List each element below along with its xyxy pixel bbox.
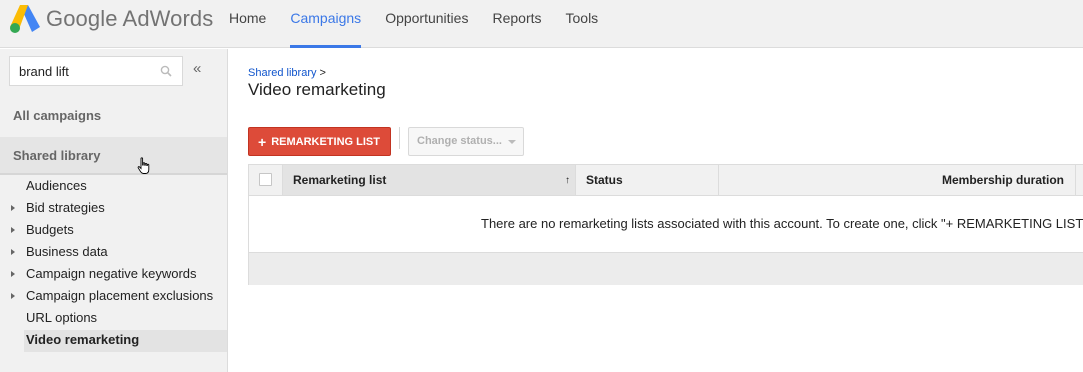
nav-opportunities[interactable]: Opportunities — [385, 0, 468, 48]
search-icon[interactable] — [160, 65, 172, 77]
toolbar-divider — [399, 127, 400, 149]
expand-arrow-icon[interactable] — [11, 205, 15, 211]
sidebar-item-label: Bid strategies — [26, 200, 105, 215]
nav-campaigns[interactable]: Campaigns — [290, 0, 361, 48]
add-button-label: REMARKETING LIST — [271, 135, 380, 148]
sidebar-item-label: Video remarketing — [26, 332, 140, 347]
sidebar-item-label: URL options — [26, 310, 98, 325]
main-content: Shared library > Video remarketing + REM… — [229, 49, 1083, 372]
sidebar-search — [9, 56, 183, 86]
remarketing-table: Remarketing list ↑ Status Membership dur… — [248, 164, 1083, 285]
sidebar-item-label: Audiences — [26, 178, 87, 193]
sidebar: « All campaigns Shared library Audiences… — [0, 49, 228, 372]
nav-home[interactable]: Home — [229, 0, 266, 48]
hand-cursor-icon — [137, 157, 150, 174]
sidebar-item-label: Budgets — [26, 222, 74, 237]
chevron-down-icon — [508, 140, 516, 144]
empty-table-message: There are no remarketing lists associate… — [481, 216, 1083, 231]
sidebar-item-business-data[interactable]: Business data — [0, 242, 227, 264]
add-remarketing-list-button[interactable]: + REMARKETING LIST — [248, 127, 391, 156]
sidebar-item-label: Campaign placement exclusions — [26, 288, 214, 303]
main-nav: Home Campaigns Opportunities Reports Too… — [229, 0, 622, 48]
expand-arrow-icon[interactable] — [11, 227, 15, 233]
select-all-cell — [249, 165, 283, 195]
breadcrumb-shared-library-link[interactable]: Shared library — [248, 67, 316, 79]
shared-library-list: Audiences Bid strategies Budgets Busines… — [0, 176, 227, 352]
expand-arrow-icon[interactable] — [11, 293, 15, 299]
nav-tools[interactable]: Tools — [566, 0, 599, 48]
collapse-sidebar-button[interactable]: « — [193, 60, 201, 77]
page-title: Video remarketing — [248, 80, 386, 99]
logo-text: Google AdWords — [46, 6, 214, 31]
shared-library-header[interactable]: Shared library — [0, 137, 227, 175]
sidebar-item-audiences[interactable]: Audiences — [0, 176, 227, 198]
shared-library-label: Shared library — [13, 148, 101, 163]
select-all-checkbox[interactable] — [259, 173, 272, 186]
change-status-dropdown[interactable]: Change status... — [408, 127, 524, 156]
sidebar-item-video-remarketing[interactable]: Video remarketing — [24, 330, 227, 352]
sidebar-item-label: Business data — [26, 244, 108, 259]
change-status-label: Change status... — [417, 135, 502, 147]
column-label: Status — [586, 173, 623, 187]
nav-reports[interactable]: Reports — [492, 0, 541, 48]
sidebar-item-campaign-negative-keywords[interactable]: Campaign negative keywords — [0, 264, 227, 286]
expand-arrow-icon[interactable] — [11, 271, 15, 277]
column-label: Membership duration — [941, 173, 1064, 187]
sort-ascending-icon[interactable]: ↑ — [565, 175, 570, 186]
search-input[interactable] — [10, 57, 150, 85]
plus-icon: + — [258, 133, 267, 150]
breadcrumb: Shared library > — [248, 67, 326, 79]
table-footer — [249, 252, 1083, 285]
top-bar: Google AdWords Home Campaigns Opportunit… — [0, 0, 1083, 48]
table-header: Remarketing list ↑ Status Membership dur… — [249, 165, 1083, 196]
column-header-status[interactable]: Status — [576, 165, 719, 195]
sidebar-item-url-options[interactable]: URL options — [0, 308, 227, 330]
sidebar-item-bid-strategies[interactable]: Bid strategies — [0, 198, 227, 220]
column-header-remarketing-list[interactable]: Remarketing list ↑ — [283, 165, 576, 195]
all-campaigns-link[interactable]: All campaigns — [13, 108, 101, 123]
breadcrumb-separator: > — [319, 67, 326, 79]
expand-arrow-icon[interactable] — [11, 249, 15, 255]
column-label: Remarketing list — [293, 173, 387, 187]
adwords-logo-icon — [10, 5, 40, 33]
sidebar-item-campaign-placement-exclusions[interactable]: Campaign placement exclusions — [0, 286, 227, 308]
adwords-logo[interactable]: Google AdWords — [10, 4, 213, 34]
sidebar-item-label: Campaign negative keywords — [26, 266, 197, 281]
column-header-membership-duration[interactable]: Membership duration — [719, 165, 1076, 195]
sidebar-item-budgets[interactable]: Budgets — [0, 220, 227, 242]
